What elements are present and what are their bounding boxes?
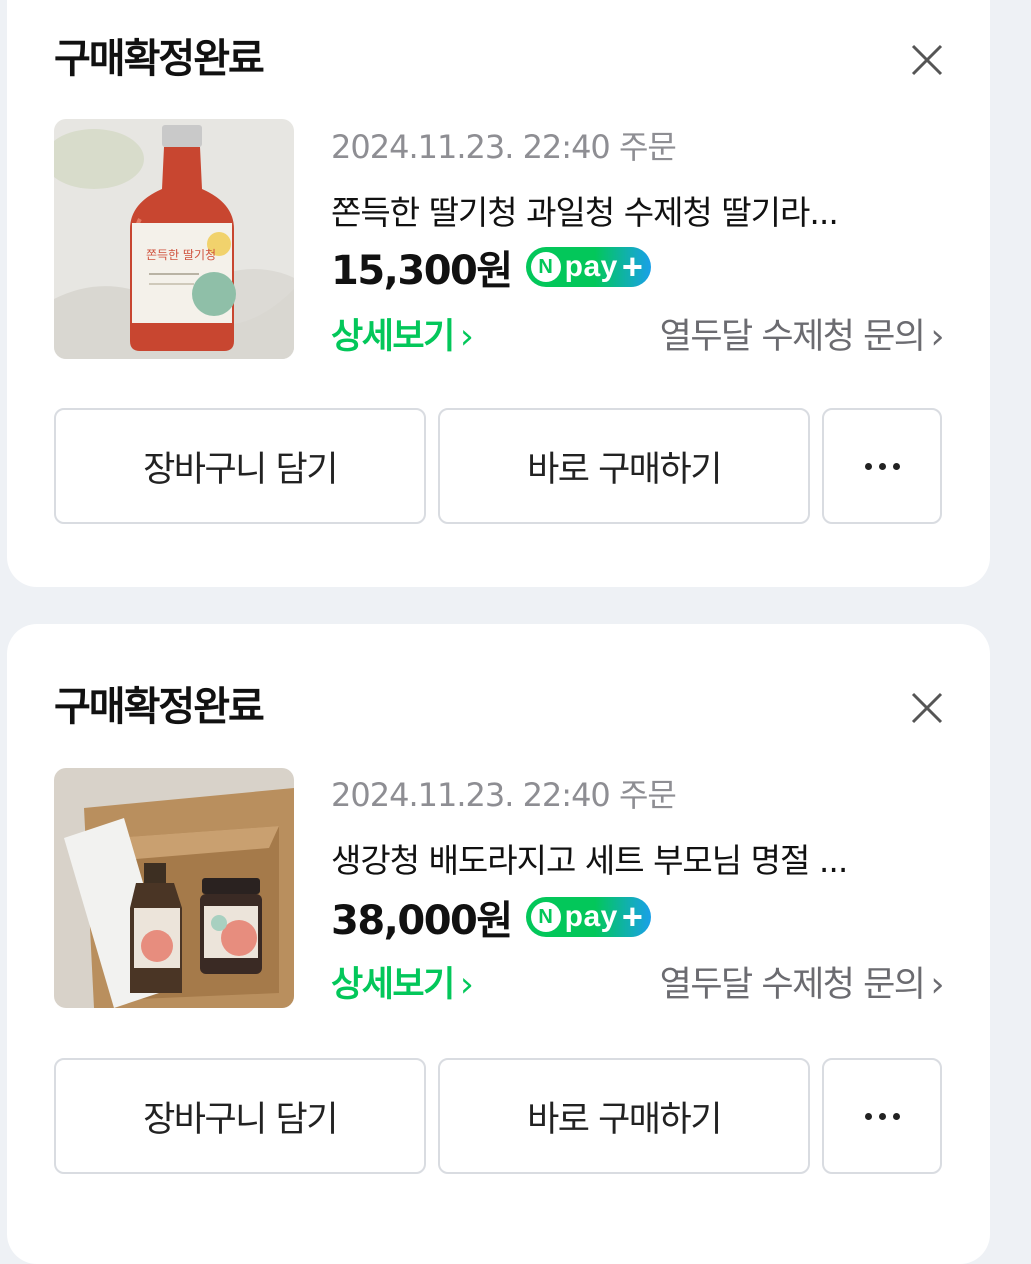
npay-text: pay (564, 900, 618, 933)
order-status-title: 구매확정완료 (54, 684, 265, 730)
npay-text: pay (564, 250, 618, 283)
product-price: 38,000원 (331, 898, 513, 944)
order-date: 2024.11.23. 22:40 주문 (331, 128, 677, 166)
chevron-right-icon: › (930, 317, 945, 357)
detail-link[interactable]: 상세보기 › (331, 308, 474, 359)
product-price: 15,300원 (331, 248, 513, 294)
buy-now-button[interactable]: 바로 구매하기 (438, 408, 810, 524)
add-to-cart-button[interactable]: 장바구니 담기 (54, 1058, 426, 1174)
more-button[interactable] (822, 1058, 942, 1174)
order-date: 2024.11.23. 22:40 주문 (331, 776, 677, 814)
npay-plus-icon: + (621, 246, 643, 287)
npay-plus-badge: N pay + (525, 246, 651, 287)
more-dots-icon (864, 1112, 900, 1120)
close-icon (911, 692, 943, 724)
chevron-right-icon: › (459, 317, 474, 357)
npay-plus-icon: + (621, 896, 643, 937)
npay-plus-badge: N pay + (525, 896, 651, 937)
seller-inquiry-link[interactable]: 열두달 수제청 문의 › (659, 956, 945, 1007)
detail-link[interactable]: 상세보기 › (331, 956, 474, 1007)
price-row: 15,300원 N pay + (331, 238, 651, 296)
thumbnail-label: 쫀득한 딸기청 (146, 248, 216, 262)
order-card: 구매확정완료 쫀득한 딸기청 2024.11.23. 22:40 주문 쫀득한 … (7, 0, 990, 587)
close-button[interactable] (909, 42, 945, 78)
product-thumbnail[interactable] (54, 768, 294, 1008)
more-dots-icon (864, 462, 900, 470)
npay-n-icon: N (530, 252, 561, 282)
chevron-right-icon: › (930, 965, 945, 1005)
more-button[interactable] (822, 408, 942, 524)
order-status-title: 구매확정완료 (54, 36, 265, 82)
seller-inquiry-label: 열두달 수제청 문의 (659, 317, 926, 357)
close-button[interactable] (909, 690, 945, 726)
npay-n-icon: N (530, 902, 561, 932)
add-to-cart-button[interactable]: 장바구니 담기 (54, 408, 426, 524)
order-card: 구매확정완료 2024.11.23. 22:40 주문 생강청 배도라지고 세트… (7, 624, 990, 1264)
chevron-right-icon: › (459, 965, 474, 1005)
product-name[interactable]: 생강청 배도라지고 세트 부모님 명절 ... (331, 834, 931, 882)
price-row: 38,000원 N pay + (331, 888, 651, 946)
product-name[interactable]: 쫀득한 딸기청 과일청 수제청 딸기라... (331, 186, 931, 234)
detail-link-label: 상세보기 (331, 317, 455, 357)
buy-now-button[interactable]: 바로 구매하기 (438, 1058, 810, 1174)
seller-inquiry-link[interactable]: 열두달 수제청 문의 › (659, 308, 945, 359)
product-thumbnail[interactable]: 쫀득한 딸기청 (54, 119, 294, 359)
seller-inquiry-label: 열두달 수제청 문의 (659, 965, 926, 1005)
close-icon (911, 44, 943, 76)
detail-link-label: 상세보기 (331, 965, 455, 1005)
